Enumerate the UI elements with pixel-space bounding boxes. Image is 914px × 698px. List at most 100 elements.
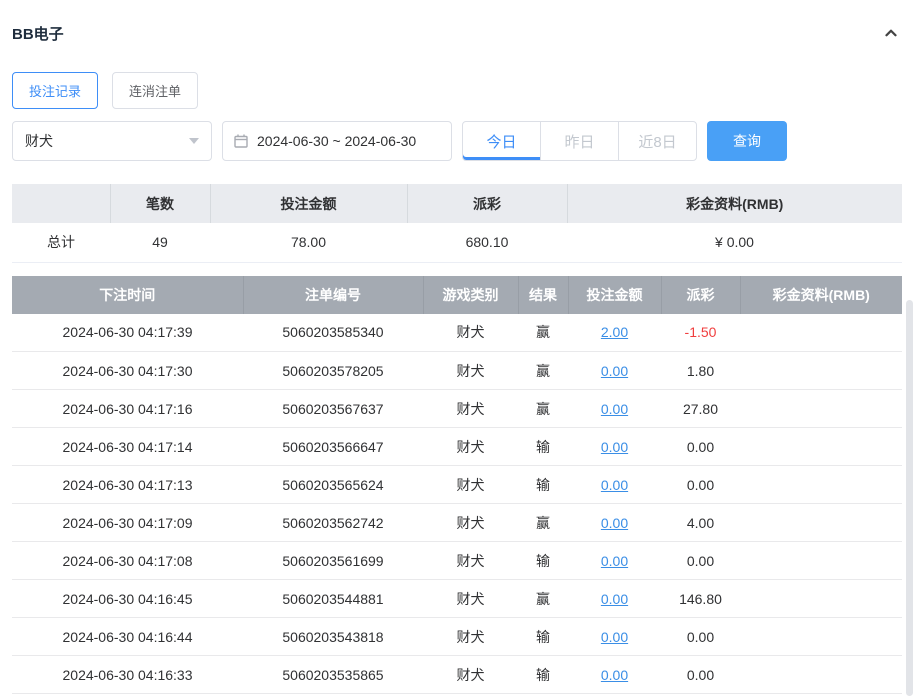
header-result: 结果 [518,275,569,314]
bet-amount-link[interactable]: 0.00 [601,515,628,531]
cell-payout: -1.50 [661,313,740,352]
bet-amount-link[interactable]: 0.00 [601,401,628,417]
cell-bet-time: 2024-06-30 04:17:09 [12,503,243,542]
header-payout: 派彩 [661,275,741,314]
cell-order-id: 5060203566647 [243,427,423,466]
bet-amount-link[interactable]: 0.00 [601,553,628,569]
cell-bet-amount: 0.00 [568,693,661,698]
cell-bonus [740,427,902,466]
cell-bonus [740,313,902,352]
calendar-icon [233,133,249,149]
summary-total-payout: 680.10 [407,223,567,263]
game-select-value: 财犬 [25,133,53,149]
cell-bet-time: 2024-06-30 04:15:56 [12,693,243,698]
cell-order-id: 5060203578205 [243,351,423,390]
date-range-input[interactable]: 2024-06-30 ~ 2024-06-30 [222,121,452,161]
summary-total-label: 总计 [12,223,110,263]
quick-filter-last8days[interactable]: 近8日 [618,121,697,161]
cell-result: 输 [518,427,568,466]
cell-order-id: 5060203565624 [243,465,423,504]
cell-game-type: 财犬 [423,655,518,694]
table-row: 2024-06-30 04:17:30 5060203578205 财犬 赢 0… [12,351,902,390]
cell-bonus [740,541,902,580]
cell-game-type: 财犬 [423,503,518,542]
cell-payout: 0.00 [661,465,740,504]
cell-order-id: 5060203543818 [243,617,423,656]
cell-bet-amount: 0.00 [568,579,661,618]
bet-amount-link[interactable]: 0.00 [601,591,628,607]
header-bonus: 彩金资料(RMB) [740,275,902,314]
cell-order-id: 5060203567637 [243,389,423,428]
date-range-value: 2024-06-30 ~ 2024-06-30 [257,133,417,149]
cell-bonus [740,655,902,694]
cell-bet-time: 2024-06-30 04:17:30 [12,351,243,390]
header-game-type: 游戏类别 [423,275,519,314]
header-bet-amount: 投注金额 [568,275,662,314]
cell-game-type: 财犬 [423,693,518,698]
bet-table-header-row: 下注时间 注单编号 游戏类别 结果 投注金额 派彩 彩金资料(RMB) [12,275,902,314]
cell-result: 赢 [518,389,568,428]
search-button[interactable]: 查询 [707,121,787,161]
game-select[interactable]: 财犬 [12,121,212,161]
bet-amount-link[interactable]: 0.00 [601,477,628,493]
cell-order-id: 5060203535865 [243,655,423,694]
cell-payout: 146.80 [661,579,740,618]
filter-row: 财犬 2024-06-30 ~ 2024-06-30 今日 昨日 近8日 查询 [12,121,902,161]
cell-bet-time: 2024-06-30 04:16:45 [12,579,243,618]
bet-amount-link[interactable]: 0.00 [601,439,628,455]
panel-header: BB电子 [12,22,902,44]
summary-total-bet-amount: 78.00 [210,223,407,263]
cell-payout: 4.00 [661,503,740,542]
cell-result: 赢 [518,693,568,698]
cell-order-id: 5060203561699 [243,541,423,580]
cell-result: 输 [518,541,568,580]
cell-result: 输 [518,655,568,694]
cell-game-type: 财犬 [423,313,518,352]
summary-table: 笔数 投注金额 派彩 彩金资料(RMB) 总计 49 78.00 680.10 … [12,184,902,263]
cell-bonus [740,465,902,504]
summary-header-count: 笔数 [110,184,211,223]
cell-order-id: 5060203507289 [243,693,423,698]
cell-game-type: 财犬 [423,427,518,466]
tab-bet-records[interactable]: 投注记录 [12,72,99,109]
table-row: 2024-06-30 04:17:09 5060203562742 财犬 赢 0… [12,503,902,542]
bet-amount-link[interactable]: 2.00 [601,324,628,340]
bet-amount-link[interactable]: 0.00 [601,629,628,645]
quick-filter-today[interactable]: 今日 [462,121,541,161]
table-row: 2024-06-30 04:16:44 5060203543818 财犬 输 0… [12,617,902,656]
cell-game-type: 财犬 [423,541,518,580]
cell-bonus [740,389,902,428]
tab-combo-orders[interactable]: 连消注单 [112,72,199,109]
cell-result: 输 [518,617,568,656]
tab-bar: 投注记录 连消注单 [12,72,902,109]
cell-order-id: 5060203562742 [243,503,423,542]
cell-bet-amount: 0.00 [568,503,661,542]
cell-bet-amount: 0.00 [568,351,661,390]
table-row: 2024-06-30 04:16:33 5060203535865 财犬 输 0… [12,655,902,694]
cell-bonus [740,503,902,542]
cell-payout: 1.80 [661,351,740,390]
cell-bet-time: 2024-06-30 04:16:33 [12,655,243,694]
cell-bet-time: 2024-06-30 04:17:39 [12,313,243,352]
bet-records-panel: BB电子 投注记录 连消注单 财犬 2024-06-30 ~ 2024-06-3… [0,0,914,698]
cell-result: 赢 [518,579,568,618]
cell-game-type: 财犬 [423,389,518,428]
cell-game-type: 财犬 [423,617,518,656]
bet-table: 下注时间 注单编号 游戏类别 结果 投注金额 派彩 彩金资料(RMB) 2024… [12,275,902,698]
summary-header-bonus: 彩金资料(RMB) [567,184,902,223]
cell-bonus [740,351,902,390]
bet-amount-link[interactable]: 0.00 [601,667,628,683]
bet-table-body: 2024-06-30 04:17:39 5060203585340 财犬 赢 2… [12,313,902,698]
quick-filter-yesterday[interactable]: 昨日 [540,121,619,161]
table-row: 2024-06-30 04:17:14 5060203566647 财犬 输 0… [12,427,902,466]
table-row: 2024-06-30 04:16:45 5060203544881 财犬 赢 0… [12,579,902,618]
scrollbar-thumb[interactable] [906,300,913,696]
collapse-chevron-up-icon[interactable] [880,22,902,44]
cell-result: 赢 [518,351,568,390]
cell-payout: 0.00 [661,427,740,466]
cell-result: 赢 [518,503,568,542]
header-order-id: 注单编号 [243,275,424,314]
cell-payout: 27.80 [661,389,740,428]
bet-amount-link[interactable]: 0.00 [601,363,628,379]
cell-bet-time: 2024-06-30 04:17:16 [12,389,243,428]
